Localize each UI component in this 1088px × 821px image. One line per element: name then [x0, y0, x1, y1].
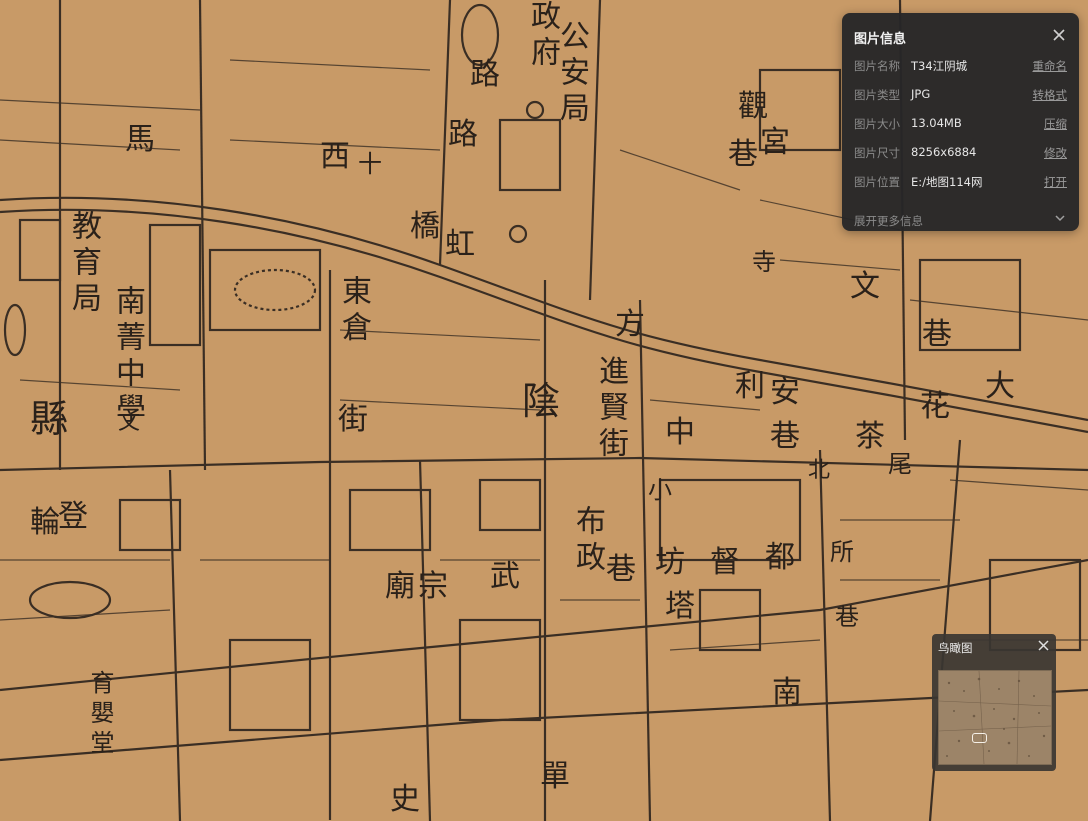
map-label: 教育局: [66, 210, 101, 318]
map-label: 陰: [522, 379, 561, 423]
map-label: 巷: [606, 552, 636, 587]
overview-map-texture: [939, 671, 1051, 764]
map-label: 路: [448, 117, 478, 152]
map-label: 巷: [728, 137, 758, 172]
map-label: 虹: [445, 227, 475, 262]
viewport-indicator[interactable]: [972, 733, 987, 743]
modify-button[interactable]: 修改: [1044, 145, 1067, 161]
map-label: 督: [710, 545, 740, 580]
open-location-button[interactable]: 打开: [1044, 174, 1067, 190]
map-label: 輪: [30, 505, 60, 540]
overview-panel: 鸟瞰图: [932, 634, 1056, 771]
map-label: 巷: [835, 603, 859, 631]
map-label: 進賢街: [593, 355, 628, 463]
map-label: 北: [808, 458, 831, 483]
map-label: 巷: [770, 419, 800, 454]
map-label: 南: [772, 675, 802, 710]
map-label: 茶: [855, 419, 885, 454]
map-label: 政府: [525, 0, 560, 72]
map-label: 寺: [752, 248, 776, 276]
map-label: 大: [985, 369, 1015, 404]
map-label: 文: [118, 410, 141, 435]
map-label: 觀: [738, 89, 768, 124]
map-label: 花: [920, 389, 950, 424]
map-label: 中: [665, 415, 695, 450]
map-label: 單: [540, 759, 570, 794]
info-row-name: 图片名称 T34江阴城 重命名: [854, 58, 1067, 76]
map-label: 都: [765, 540, 795, 575]
map-label: 宮: [760, 125, 790, 160]
info-key: 图片位置: [854, 175, 900, 189]
info-key: 图片尺寸: [854, 146, 900, 160]
rename-button[interactable]: 重命名: [1033, 58, 1068, 74]
info-key: 图片大小: [854, 117, 900, 131]
map-label: 登: [58, 499, 88, 534]
map-label: 塔: [665, 589, 695, 624]
info-key: 图片类型: [854, 88, 900, 102]
expand-label: 展开更多信息: [854, 214, 923, 228]
info-value: 13.04MB: [911, 116, 962, 130]
expand-more-info[interactable]: 展开更多信息: [854, 213, 1067, 229]
close-icon[interactable]: [1051, 27, 1067, 43]
map-label: 廟: [385, 569, 415, 604]
map-label: 南菁中學: [110, 285, 145, 429]
info-value: 8256x6884: [911, 145, 977, 159]
info-value: JPG: [911, 87, 931, 101]
map-label: 小: [648, 476, 672, 504]
map-label: 十: [358, 150, 382, 178]
close-icon[interactable]: [1037, 639, 1050, 652]
compress-button[interactable]: 压缩: [1044, 116, 1067, 132]
info-row-type: 图片类型 JPG 转格式: [854, 87, 1067, 105]
convert-format-button[interactable]: 转格式: [1033, 87, 1068, 103]
map-label: 方: [615, 307, 645, 342]
info-row-size: 图片大小 13.04MB 压缩: [854, 116, 1067, 134]
overview-title: 鸟瞰图: [938, 641, 973, 655]
map-label: 利: [735, 369, 765, 404]
map-label: 布政: [570, 505, 605, 577]
map-label: 縣: [30, 397, 69, 441]
map-label: 安: [770, 375, 800, 410]
map-label: 馬: [125, 122, 155, 157]
info-row-location: 图片位置 E:/地图114网 打开: [854, 174, 1067, 192]
map-label: 所: [830, 538, 854, 566]
overview-thumbnail[interactable]: [938, 670, 1052, 765]
info-value: E:/地图114网: [911, 175, 983, 189]
chevron-down-icon: [1055, 215, 1065, 222]
image-info-panel: 图片信息 图片名称 T34江阴城 重命名 图片类型 JPG 转格式 图片大小 1…: [842, 13, 1079, 231]
info-value: T34江阴城: [911, 59, 968, 73]
map-label: 東倉: [336, 275, 371, 347]
map-label: 路: [470, 57, 500, 92]
info-row-dimensions: 图片尺寸 8256x6884 修改: [854, 145, 1067, 163]
map-label: 西: [320, 139, 350, 174]
map-label: 史: [390, 782, 420, 817]
info-key: 图片名称: [854, 59, 900, 73]
map-label: 巷: [922, 317, 952, 352]
map-label: 街: [338, 402, 368, 437]
map-label: 宗: [418, 569, 448, 604]
map-label: 坊: [655, 545, 685, 580]
map-label: 橋: [410, 209, 440, 244]
map-label: 育嬰堂: [86, 670, 114, 760]
info-panel-title: 图片信息: [854, 32, 907, 47]
map-label: 尾: [888, 450, 912, 478]
map-label: 公安局: [554, 20, 589, 128]
map-label: 文: [850, 269, 880, 304]
map-label: 武: [490, 559, 520, 594]
